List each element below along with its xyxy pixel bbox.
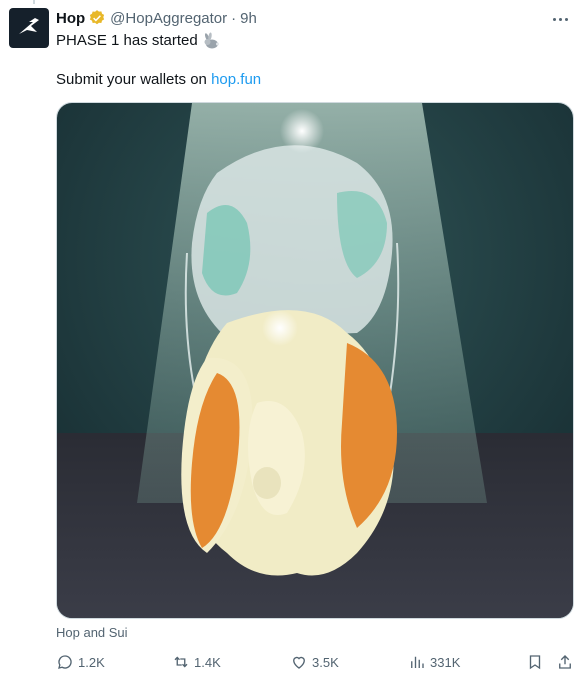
views-button[interactable]: 331K — [408, 652, 460, 672]
view-count: 331K — [430, 654, 461, 670]
media-caption: Hop and Sui — [56, 625, 128, 640]
more-options-icon[interactable] — [549, 8, 571, 30]
post-text-line1: PHASE 1 has started — [56, 31, 220, 51]
like-button[interactable]: 3.5K — [290, 652, 339, 672]
verified-badge-icon — [88, 9, 106, 27]
post-text-line2: Submit your wallets on hop.fun — [56, 70, 261, 90]
post-image[interactable] — [56, 102, 574, 619]
share-icon — [559, 655, 571, 669]
hop-fun-link[interactable]: hop.fun — [211, 71, 261, 88]
rabbit-emoji — [202, 32, 220, 50]
like-count: 3.5K — [312, 654, 339, 670]
like-icon — [293, 656, 305, 669]
thread-connector — [33, 0, 35, 4]
views-icon — [411, 656, 424, 668]
post-text-submit: Submit your wallets on — [56, 71, 212, 88]
post-text-phase: PHASE 1 has started — [56, 32, 198, 49]
post-time[interactable]: 9h — [240, 10, 257, 27]
repost-count: 1.4K — [194, 654, 221, 670]
author-handle[interactable]: @HopAggregator — [110, 10, 227, 27]
avatar[interactable] — [9, 8, 49, 48]
reply-icon — [58, 655, 72, 669]
post-header: Hop @HopAggregator · 9h — [56, 8, 257, 28]
share-button[interactable] — [556, 652, 578, 672]
separator-dot: · — [231, 9, 237, 27]
bookmark-button[interactable] — [526, 652, 548, 672]
reply-button[interactable]: 1.2K — [56, 652, 105, 672]
repost-button[interactable]: 1.4K — [172, 652, 221, 672]
bookmark-icon — [529, 655, 541, 670]
action-bar: 1.2K 1.4K 3.5K 331K — [56, 652, 574, 672]
repost-icon — [174, 656, 188, 668]
reply-count: 1.2K — [78, 654, 105, 670]
author-name[interactable]: Hop — [56, 10, 85, 27]
